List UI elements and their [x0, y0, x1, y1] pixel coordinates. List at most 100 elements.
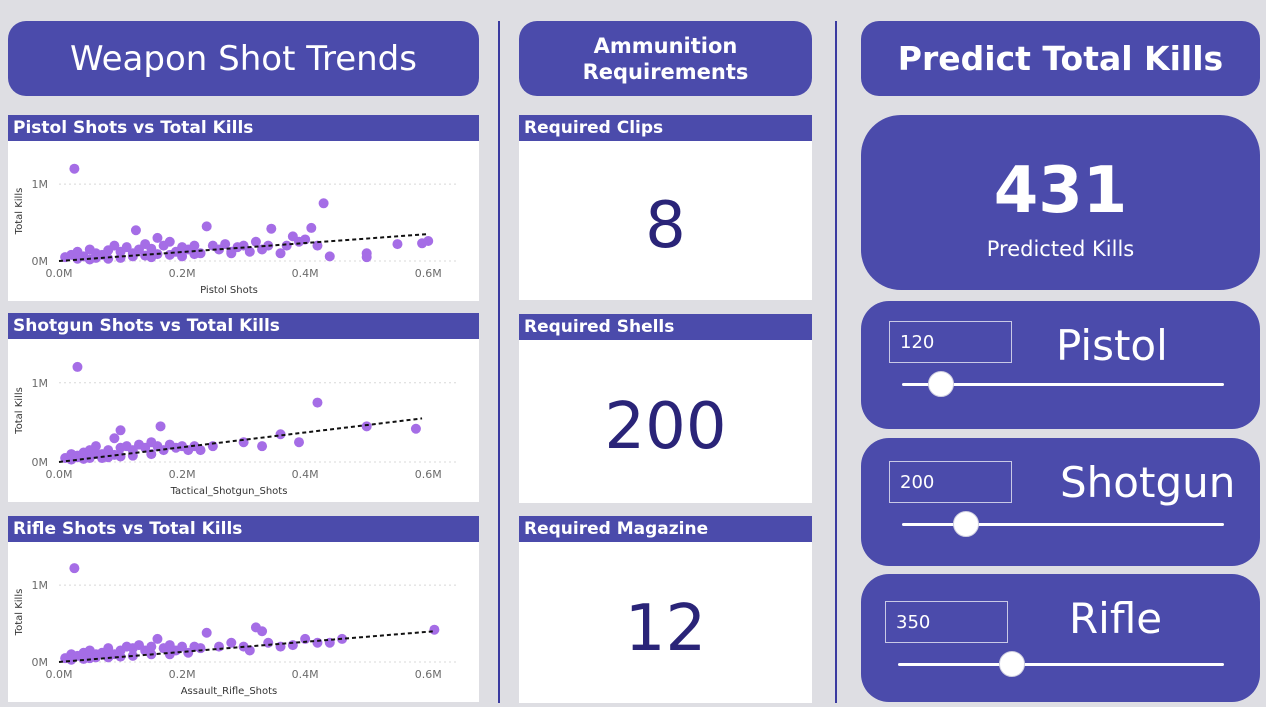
x-axis-title: Pistol Shots: [200, 285, 258, 296]
header-middle-line1: Ammunition: [593, 33, 738, 58]
ammo-title-magazine: Required Magazine: [519, 516, 812, 542]
chart-panel-shotgun: 0M 1M 0.0M 0.2M 0.4M 0.6M Tactical_Shotgun_Sho…: [8, 339, 479, 502]
data-point: [69, 563, 80, 574]
x-tick-label: 0.4M: [292, 468, 319, 481]
data-point: [164, 249, 175, 260]
data-point: [201, 627, 212, 638]
header-predict-total-kills: Predict Total Kills: [861, 21, 1260, 96]
data-point: [103, 253, 114, 264]
y-tick-label: 1M: [32, 377, 49, 390]
ammo-card-shells: 200: [519, 340, 812, 503]
pistol-label: Pistol: [1056, 321, 1168, 370]
data-point: [115, 252, 126, 263]
data-point: [115, 425, 126, 436]
data-point: [312, 637, 323, 648]
data-point: [266, 223, 277, 234]
data-point: [109, 433, 120, 444]
y-tick-label: 1M: [32, 178, 49, 191]
shotgun-slider-track[interactable]: [902, 523, 1224, 526]
chart-title-shotgun: Shotgun Shots vs Total Kills: [8, 313, 479, 339]
ammo-card-magazine: 12: [519, 542, 812, 703]
chart-title-pistol: Pistol Shots vs Total Kills: [8, 115, 479, 141]
data-point: [69, 163, 80, 174]
data-point: [195, 445, 206, 456]
y-tick-label: 1M: [32, 579, 49, 592]
scatter-chart-pistol: 0M1M0.0M 0.2M 0.4M 0.6MPistol ShotsTotal Ki…: [14, 163, 459, 296]
data-point: [257, 626, 268, 637]
y-axis-title: Total Kills: [14, 589, 25, 637]
slider-card-rifle: Rifle: [861, 574, 1260, 702]
x-tick-label: 0.6M: [415, 668, 442, 681]
data-point: [392, 239, 403, 250]
rifle-value-input[interactable]: [885, 601, 1008, 643]
predicted-kills-value: 431: [993, 154, 1128, 228]
ammo-card-clips: 8: [519, 141, 812, 300]
data-point: [195, 643, 206, 654]
divider-left: [498, 21, 500, 703]
data-point: [155, 421, 166, 432]
shotgun-label: Shotgun: [1060, 458, 1236, 507]
data-point: [423, 236, 434, 246]
x-tick-label: 0.0M: [46, 668, 73, 681]
chart-panel-rifle: 0M 1M 0.0M 0.2M 0.4M 0.6M Assault_Rifle_Shots T…: [8, 542, 479, 702]
scatter-chart-shotgun: 0M1M0.0M 0.2M 0.4M 0.6MTactical_Shotgun_Sho…: [14, 361, 459, 497]
ammo-value-magazine: 12: [624, 592, 707, 666]
chart-panel-pistol: 0M 1M 0.0M 0.2M 0.4M 0.6M Pistol Shots Total Ki…: [8, 141, 479, 301]
data-point: [257, 441, 268, 452]
x-axis-title: Tactical_Shotgun_Shots: [170, 486, 288, 497]
predicted-kills-label: Predicted Kills: [986, 237, 1135, 261]
data-point: [294, 437, 304, 448]
y-axis-title: Total Kills: [14, 387, 25, 435]
chart-title-rifle: Rifle Shots vs Total Kills: [8, 516, 479, 542]
data-point: [201, 221, 212, 232]
header-ammunition-requirements: Ammunition Requirements: [519, 21, 812, 96]
rifle-slider-track[interactable]: [898, 663, 1224, 666]
x-tick-label: 0.2M: [169, 468, 196, 481]
data-point: [318, 198, 329, 209]
x-tick-label: 0.0M: [46, 468, 73, 481]
slider-card-shotgun: Shotgun: [861, 438, 1260, 566]
x-tick-label: 0.2M: [169, 668, 196, 681]
header-middle-line2: Requirements: [582, 59, 749, 84]
x-axis-title: Assault_Rifle_Shots: [181, 686, 278, 697]
rifle-label: Rifle: [1069, 594, 1163, 643]
data-point: [361, 252, 372, 263]
x-tick-label: 0.2M: [169, 267, 196, 280]
data-point: [164, 236, 175, 247]
data-point: [226, 637, 237, 648]
data-point: [361, 421, 372, 432]
header-weapon-shot-trends: Weapon Shot Trends: [8, 21, 479, 96]
data-point: [244, 246, 255, 257]
x-tick-label: 0.6M: [415, 468, 442, 481]
ammo-value-clips: 8: [645, 189, 686, 263]
ammo-title-shells: Required Shells: [519, 314, 812, 340]
x-tick-label: 0.4M: [292, 267, 319, 280]
data-point: [130, 225, 141, 236]
pistol-slider-thumb[interactable]: [927, 371, 954, 397]
ammo-value-shells: 200: [604, 390, 727, 464]
y-axis-title: Total Kills: [14, 188, 25, 236]
rifle-slider-thumb[interactable]: [999, 651, 1026, 677]
data-point: [72, 361, 83, 372]
x-tick-label: 0.6M: [415, 267, 442, 280]
pistol-value-input[interactable]: [889, 321, 1012, 363]
divider-right: [835, 21, 837, 703]
data-point: [429, 624, 440, 635]
data-point: [263, 637, 274, 648]
data-point: [410, 423, 421, 434]
header-right-title: Predict Total Kills: [897, 39, 1224, 78]
shotgun-value-input[interactable]: [889, 461, 1012, 503]
shotgun-slider-thumb[interactable]: [953, 511, 980, 537]
data-point: [152, 633, 163, 644]
data-point: [324, 251, 335, 262]
slider-card-pistol: Pistol: [861, 301, 1260, 429]
header-left-title: Weapon Shot Trends: [70, 38, 417, 79]
data-point: [164, 649, 175, 660]
data-point: [90, 652, 101, 663]
x-tick-label: 0.4M: [292, 668, 319, 681]
x-tick-label: 0.0M: [46, 267, 73, 280]
ammo-title-clips: Required Clips: [519, 115, 812, 141]
data-point: [66, 654, 77, 665]
data-point: [312, 397, 323, 408]
scatter-chart-rifle: 0M1M0.0M 0.2M 0.4M 0.6MAssault_Rifle_ShotsT…: [14, 563, 459, 697]
